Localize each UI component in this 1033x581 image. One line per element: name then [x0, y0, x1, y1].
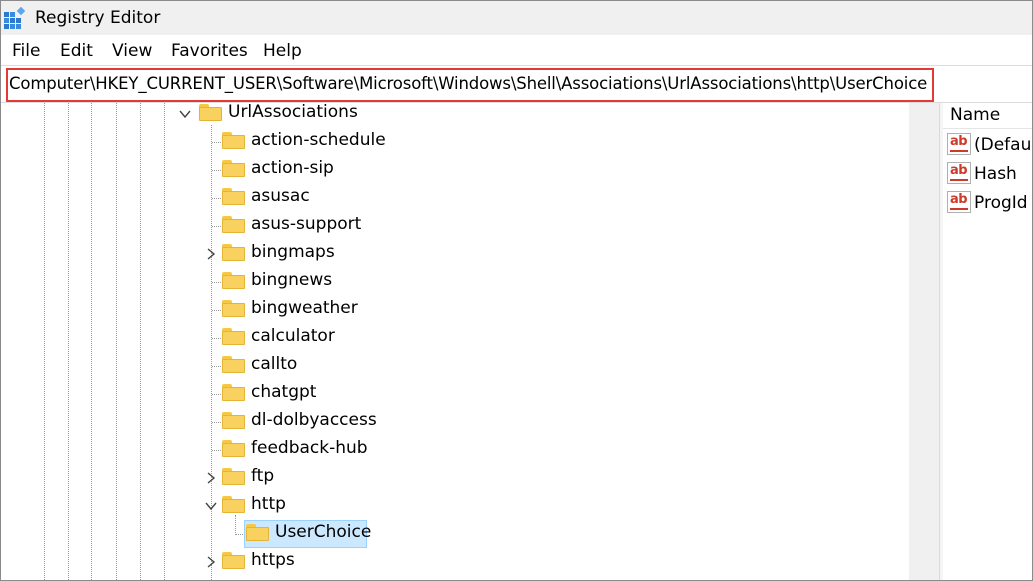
folder-icon: [222, 496, 245, 513]
chevron-down-icon[interactable]: [178, 107, 192, 121]
folder-icon: [222, 468, 245, 485]
column-header-name[interactable]: Name: [950, 104, 1000, 126]
tree-node-dl-dolbyaccess[interactable]: dl-dolbyaccess: [1, 410, 601, 437]
tree-node-calculator[interactable]: calculator: [1, 326, 601, 353]
value-name: Hash: [974, 164, 1017, 184]
tree-node-label: calculator: [251, 326, 335, 346]
reg-sz-icon: ab: [947, 191, 971, 213]
folder-icon: [222, 244, 245, 261]
tree-connector-line: [212, 226, 221, 227]
value-row[interactable]: ab ProgId: [947, 191, 1032, 217]
tree-connector-line: [212, 282, 221, 283]
value-name: (Default): [974, 135, 1032, 155]
tree-connector-line: [212, 394, 221, 395]
folder-icon: [222, 412, 245, 429]
menu-edit[interactable]: Edit: [60, 40, 93, 62]
chevron-down-icon[interactable]: [204, 499, 218, 513]
folder-icon: [222, 188, 245, 205]
tree-connector-line: [212, 198, 221, 199]
menu-view[interactable]: View: [112, 40, 152, 62]
tree-node-chatgpt[interactable]: chatgpt: [1, 382, 601, 409]
tree-node-label: asusac: [251, 186, 310, 206]
value-row[interactable]: ab(Default): [947, 133, 1032, 159]
tree-node-action-schedule[interactable]: action-schedule: [1, 130, 601, 157]
folder-icon: [222, 216, 245, 233]
registry-editor-window: Registry Editor File Edit View Favorites…: [0, 0, 1033, 581]
folder-icon: [222, 328, 245, 345]
tree-node-label: chatgpt: [251, 382, 317, 402]
tree-node-label: http: [251, 494, 286, 514]
menu-file[interactable]: File: [12, 40, 40, 62]
tree-connector-line: [235, 534, 243, 535]
folder-icon: [222, 300, 245, 317]
key-tree-pane[interactable]: UrlAssociations action-schedule action-si…: [1, 103, 909, 580]
tree-connector-line: [212, 450, 221, 451]
folder-icon: [222, 132, 245, 149]
tree-guide-line: [235, 515, 236, 535]
reg-sz-icon: ab: [947, 162, 971, 184]
menu-bar: File Edit View Favorites Help: [1, 35, 1032, 65]
tree-node-label: bingmaps: [251, 242, 335, 262]
tree-node-label: feedback-hub: [251, 438, 368, 458]
folder-icon: [222, 160, 245, 177]
tree-node-label: action-sip: [251, 158, 334, 178]
folder-icon: [199, 104, 222, 121]
chevron-right-icon[interactable]: [204, 555, 218, 569]
tree-node-feedback-hub[interactable]: feedback-hub: [1, 438, 601, 465]
tree-connector-line: [212, 310, 221, 311]
menu-help[interactable]: Help: [263, 40, 302, 62]
tree-node-ftp[interactable]: ftp: [1, 466, 601, 493]
tree-connector-line: [212, 142, 221, 143]
tree-node-label: bingnews: [251, 270, 333, 290]
tree-node-label: UserChoice: [275, 522, 372, 542]
tree-node-bingnews[interactable]: bingnews: [1, 270, 601, 297]
folder-icon: [222, 356, 245, 373]
values-pane[interactable]: Name ab(Default)abHashabProgId: [943, 103, 1032, 580]
tree-node-label: UrlAssociations: [228, 103, 358, 122]
tree-node-label: ftp: [251, 466, 275, 486]
chevron-right-icon[interactable]: [204, 247, 218, 261]
tree-node-bingmaps[interactable]: bingmaps: [1, 242, 601, 269]
registry-editor-app-icon: [4, 7, 26, 29]
folder-icon: [246, 524, 269, 541]
address-path[interactable]: Computer\HKEY_CURRENT_USER\Software\Micr…: [9, 73, 927, 95]
tree-connector-line: [212, 170, 221, 171]
tree-node-https[interactable]: https: [1, 550, 601, 577]
tree-connector-line: [212, 422, 221, 423]
tree-connector-line: [212, 366, 221, 367]
menu-favorites[interactable]: Favorites: [171, 40, 248, 62]
tree-scrollbar[interactable]: [909, 103, 939, 580]
tree-node-callto[interactable]: callto: [1, 354, 601, 381]
title-bar[interactable]: Registry Editor: [1, 1, 1032, 35]
folder-icon: [222, 272, 245, 289]
folder-icon: [222, 440, 245, 457]
tree-node-asusac[interactable]: asusac: [1, 186, 601, 213]
column-header-divider: [943, 128, 1032, 129]
window-title: Registry Editor: [35, 8, 161, 28]
tree-node-http[interactable]: http: [1, 494, 601, 521]
tree-node-label: bingweather: [251, 298, 358, 318]
tree-node-urlassociations[interactable]: UrlAssociations: [171, 103, 471, 129]
tree-node-bingweather[interactable]: bingweather: [1, 298, 601, 325]
folder-icon: [222, 552, 245, 569]
tree-node-action-sip[interactable]: action-sip: [1, 158, 601, 185]
tree-connector-line: [212, 338, 221, 339]
tree-node-userchoice[interactable]: UserChoice: [1, 515, 601, 549]
tree-node-label: action-schedule: [251, 130, 386, 150]
tree-node-label: callto: [251, 354, 298, 374]
tree-node-label: dl-dolbyaccess: [251, 410, 377, 430]
tree-node-label: https: [251, 550, 295, 570]
value-row[interactable]: ab Hash: [947, 162, 1032, 188]
tree-node-label: asus-support: [251, 214, 362, 234]
address-bar[interactable]: Computer\HKEY_CURRENT_USER\Software\Micr…: [1, 65, 1032, 103]
reg-sz-icon: ab: [947, 133, 971, 155]
tree-node-asus-support[interactable]: asus-support: [1, 214, 601, 241]
chevron-right-icon[interactable]: [204, 471, 218, 485]
value-name: ProgId: [974, 193, 1028, 213]
folder-icon: [222, 384, 245, 401]
